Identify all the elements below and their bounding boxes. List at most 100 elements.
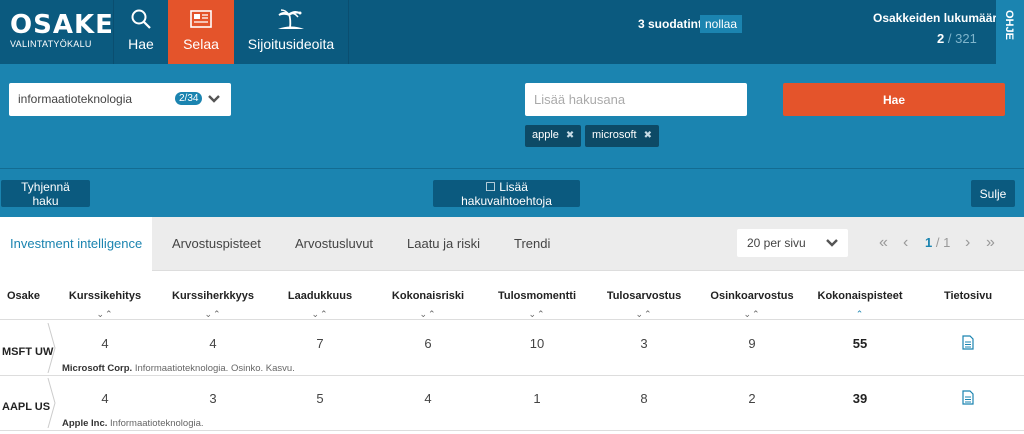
company-name: Apple Inc. (62, 418, 108, 429)
keyword-tag-apple[interactable]: apple ✖ (525, 125, 582, 147)
stock-count-shown: 2 (937, 31, 945, 46)
row-description: Apple Inc. Informaatioteknologia. (62, 418, 204, 429)
column-header-osinkoarvostus[interactable]: Osinkoarvostus (710, 290, 793, 302)
column-header-tulosarvostus[interactable]: Tulosarvostus (607, 290, 681, 302)
column-header-kurssikehitys[interactable]: Kurssikehitys (69, 290, 141, 302)
close-panel-button[interactable]: Sulje (971, 180, 1015, 207)
cell-kokonaispisteet: 55 (852, 336, 868, 351)
table-row[interactable]: MSFT UW 4 4 7 6 10 3 9 55 Microsoft Corp… (0, 321, 1024, 376)
logo-subtitle: VALINTATYÖKALU (10, 39, 92, 49)
tab-laatu-ja-riski[interactable]: Laatu ja riski (407, 217, 480, 271)
sort-arrows-icon[interactable]: ⌄⌃ (743, 309, 760, 320)
nav-divider (348, 0, 349, 64)
industry-select[interactable]: informaatioteknologia 2/34 (9, 83, 231, 116)
column-header-tulosmomentti[interactable]: Tulosmomentti (498, 290, 576, 302)
nav-hae-label: Hae (128, 36, 154, 52)
tab-arvostusluvut[interactable]: Arvostusluvut (295, 217, 373, 271)
logo-title: OSAKE (10, 10, 114, 40)
document-icon[interactable] (962, 335, 974, 355)
search-submit-button[interactable]: Hae (783, 83, 1005, 116)
chevron-down-icon (825, 236, 839, 255)
stock-count-separator: / (947, 31, 952, 46)
cell-tulosarvostus: 3 (640, 336, 648, 351)
keyword-tag-label: apple (532, 129, 559, 141)
row-divider (47, 322, 57, 378)
company-tags: Informaatioteknologia. (110, 418, 204, 429)
cell-kurssiherkkyys: 3 (209, 391, 217, 406)
sort-arrows-icon[interactable]: ⌄⌃ (311, 309, 328, 320)
document-icon[interactable] (962, 390, 974, 410)
row-ticker[interactable]: MSFT UW (2, 346, 53, 358)
stock-count-total: 321 (955, 31, 977, 46)
tab-trendi[interactable]: Trendi (514, 217, 550, 271)
row-divider (47, 377, 57, 433)
per-page-value: 20 per sivu (747, 236, 806, 250)
industry-select-value: informaatioteknologia (18, 92, 133, 106)
column-header-tietosivu: Tietosivu (943, 290, 993, 302)
total-pages: 1 (943, 235, 951, 250)
cell-kurssikehitys: 4 (101, 391, 109, 406)
table-row[interactable]: AAPL US 4 3 5 4 1 8 2 39 Apple Inc. Info… (0, 376, 1024, 431)
last-page-icon[interactable]: » (986, 234, 995, 252)
cell-tulosmomentti: 10 (529, 336, 545, 351)
reset-filters-button[interactable]: nollaa (700, 15, 743, 33)
keyword-search-input[interactable] (525, 83, 747, 116)
table-header: Osake Kurssikehitys Kurssiherkkyys Laadu… (0, 272, 1024, 320)
top-bar: OSAKE VALINTATYÖKALU Hae Selaa Sijoitusi… (0, 0, 1024, 64)
sort-arrows-icon[interactable]: ⌄⌃ (635, 309, 652, 320)
cell-kokonaisriski: 4 (424, 391, 432, 406)
cell-osinkoarvostus: 2 (748, 391, 756, 406)
more-options-button[interactable]: ☐ Lisää hakuvaihtoehtoja (433, 180, 580, 208)
column-header-kurssiherkkyys[interactable]: Kurssiherkkyys (172, 290, 254, 302)
keyword-tag-label: microsoft (592, 129, 637, 141)
cell-tulosarvostus: 8 (640, 391, 648, 406)
page-separator: / (935, 235, 940, 250)
cell-osinkoarvostus: 9 (748, 336, 756, 351)
nav-selaa-label: Selaa (183, 36, 219, 52)
palm-island-icon (236, 8, 346, 32)
cell-kurssiherkkyys: 4 (209, 336, 217, 351)
sort-arrows-icon[interactable]: ⌄⌃ (528, 309, 545, 320)
panel-divider (0, 168, 1024, 169)
cell-laadukkuus: 7 (316, 336, 324, 351)
nav-hae[interactable]: Hae (116, 0, 166, 64)
close-icon[interactable]: ✖ (644, 130, 652, 141)
close-icon[interactable]: ✖ (566, 130, 574, 141)
stock-count-label: Osakkeiden lukumäärä (873, 11, 1004, 25)
sort-arrows-icon[interactable]: ⌄⌃ (96, 309, 113, 320)
sort-arrows-icon[interactable]: ⌃ (856, 309, 865, 320)
cell-kurssikehitys: 4 (101, 336, 109, 351)
filter-count: 3 suodatinta (638, 17, 709, 31)
nav-sijoitusideoita-label: Sijoitusideoita (247, 36, 335, 52)
next-page-icon[interactable]: › (965, 234, 970, 252)
first-page-icon[interactable]: « (879, 234, 888, 252)
page-indicator: 1 / 1 (925, 235, 950, 250)
cell-laadukkuus: 5 (316, 391, 324, 406)
tab-arvostuspisteet[interactable]: Arvostuspisteet (172, 217, 261, 271)
column-header-kokonaisriski[interactable]: Kokonaisriski (392, 290, 464, 302)
newspaper-icon (168, 8, 234, 32)
clear-search-button[interactable]: Tyhjennä haku (1, 180, 90, 208)
column-header-laadukkuus[interactable]: Laadukkuus (288, 290, 352, 302)
sort-arrows-icon[interactable]: ⌄⌃ (419, 309, 436, 320)
row-description: Microsoft Corp. Informaatioteknologia. O… (62, 363, 295, 374)
tab-investment-intelligence[interactable]: Investment intelligence (0, 217, 153, 272)
company-name: Microsoft Corp. (62, 363, 133, 374)
nav-sijoitusideoita[interactable]: Sijoitusideoita (236, 0, 346, 64)
chevron-down-icon (207, 92, 221, 111)
keyword-tag-microsoft[interactable]: microsoft ✖ (585, 125, 660, 147)
industry-count-badge: 2/34 (175, 92, 203, 105)
help-tab[interactable]: OHJE (996, 0, 1024, 64)
logo[interactable]: OSAKE VALINTATYÖKALU (10, 10, 114, 49)
current-page: 1 (925, 235, 933, 250)
row-ticker[interactable]: AAPL US (2, 401, 50, 413)
column-header-kokonaispisteet[interactable]: Kokonaispisteet (818, 290, 903, 302)
nav-selaa[interactable]: Selaa (168, 0, 234, 64)
cell-kokonaispisteet: 39 (852, 391, 868, 406)
company-tags: Informaatioteknologia. Osinko. Kasvu. (134, 363, 295, 374)
per-page-select[interactable]: 20 per sivu (737, 229, 848, 257)
sort-arrows-icon[interactable]: ⌄⌃ (204, 309, 221, 320)
cell-kokonaisriski: 6 (424, 336, 432, 351)
prev-page-icon[interactable]: ‹ (903, 234, 908, 252)
search-icon (116, 8, 166, 32)
